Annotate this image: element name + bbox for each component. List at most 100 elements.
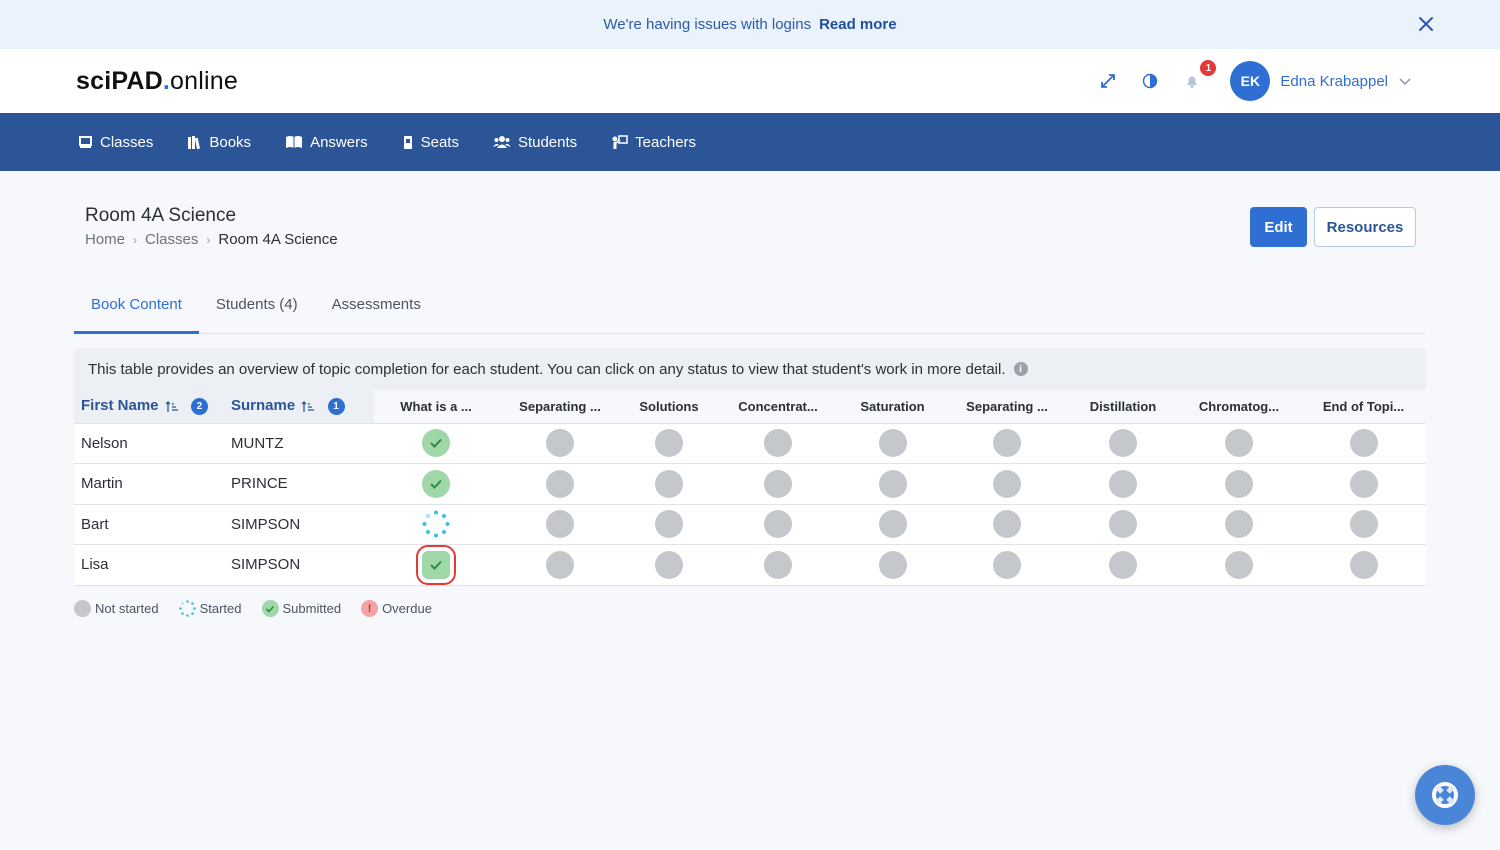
- status-not-started-icon[interactable]: [878, 429, 907, 458]
- column-topic[interactable]: Concentrat...: [716, 390, 840, 424]
- status-not-started-icon[interactable]: [546, 469, 574, 498]
- column-topic[interactable]: Separating ...: [498, 390, 622, 424]
- status-not-started-icon[interactable]: [655, 550, 683, 579]
- status-not-started-icon[interactable]: [993, 429, 1021, 458]
- status-cell: [1301, 544, 1426, 586]
- column-topic[interactable]: Separating ...: [945, 390, 1069, 424]
- breadcrumb-home[interactable]: Home: [85, 231, 125, 248]
- expand-icon[interactable]: [1096, 69, 1120, 93]
- tab-assessments[interactable]: Assessments: [315, 286, 438, 334]
- status-submitted-check-icon[interactable]: [416, 544, 456, 585]
- status-cell: [1301, 463, 1426, 505]
- nav-classes[interactable]: Classes: [78, 134, 153, 151]
- chevron-down-icon[interactable]: [1398, 74, 1412, 88]
- status-cell: [716, 423, 840, 464]
- column-topic[interactable]: Solutions: [622, 390, 716, 424]
- status-not-started-icon[interactable]: [993, 550, 1021, 579]
- status-not-started-icon[interactable]: [764, 429, 792, 458]
- column-surname[interactable]: Surname 1: [224, 390, 374, 424]
- sort-ascending-icon: [301, 400, 315, 412]
- column-first-name[interactable]: First Name 2: [74, 390, 224, 424]
- status-not-started-icon[interactable]: [655, 429, 683, 458]
- students-icon: [492, 136, 511, 148]
- first-name-cell: Nelson: [74, 423, 224, 464]
- nav-answers[interactable]: Answers: [285, 134, 368, 151]
- status-not-started-icon[interactable]: [655, 469, 683, 498]
- topic-completion-table: First Name 2 Surname 1 What is a ... Sepa…: [74, 390, 1426, 586]
- nav-seats[interactable]: Seats: [402, 134, 459, 151]
- info-icon[interactable]: i: [1013, 362, 1028, 376]
- status-not-started-icon[interactable]: [993, 510, 1021, 539]
- contrast-icon[interactable]: [1138, 69, 1162, 93]
- status-not-started-icon[interactable]: [655, 510, 683, 539]
- column-topic[interactable]: Saturation: [840, 390, 945, 424]
- status-not-started-icon[interactable]: [764, 469, 792, 498]
- status-not-started-icon[interactable]: [1109, 510, 1137, 539]
- status-cell: [498, 504, 622, 545]
- column-topic[interactable]: What is a ...: [374, 390, 498, 424]
- column-topic[interactable]: Chromatog...: [1177, 390, 1301, 424]
- status-not-started-icon[interactable]: [546, 510, 574, 539]
- status-cell: [1301, 423, 1426, 464]
- tab-book-content[interactable]: Book Content: [74, 286, 199, 334]
- status-submitted-check-icon[interactable]: [422, 469, 450, 498]
- status-cell: [1069, 504, 1177, 545]
- surname-cell: SIMPSON: [224, 504, 374, 545]
- status-not-started-icon[interactable]: [1225, 550, 1253, 579]
- status-not-started-icon[interactable]: [546, 550, 574, 579]
- status-not-started-icon[interactable]: [878, 510, 907, 539]
- status-not-started-icon[interactable]: [1349, 550, 1378, 579]
- status-not-started-icon[interactable]: [1225, 510, 1253, 539]
- status-not-started-icon[interactable]: [878, 550, 907, 579]
- status-not-started-icon[interactable]: [764, 510, 792, 539]
- status-not-started-icon[interactable]: [1349, 429, 1378, 458]
- status-cell: [945, 463, 1069, 505]
- status-not-started-icon[interactable]: [1109, 429, 1137, 458]
- chevron-right-icon: ›: [206, 232, 211, 247]
- notifications-bell-icon[interactable]: 1: [1180, 60, 1217, 93]
- column-topic[interactable]: Distillation: [1069, 390, 1177, 424]
- status-cell: [622, 423, 716, 464]
- status-cell: [716, 544, 840, 586]
- nav-teachers[interactable]: Teachers: [611, 134, 696, 151]
- banner-message: We're having issues with logins: [603, 16, 812, 33]
- status-cell: [498, 463, 622, 505]
- close-icon[interactable]: [1416, 14, 1436, 34]
- column-topic[interactable]: End of Topi...: [1301, 390, 1426, 424]
- status-submitted-check-icon[interactable]: [422, 429, 450, 458]
- status-not-started-icon[interactable]: [1109, 469, 1137, 498]
- edit-button[interactable]: Edit: [1250, 207, 1307, 247]
- status-not-started-icon[interactable]: [546, 429, 574, 458]
- status-started-spinner-icon[interactable]: [422, 510, 450, 538]
- nav-students[interactable]: Students: [492, 134, 577, 151]
- status-not-started-icon[interactable]: [1349, 469, 1378, 498]
- status-not-started-icon[interactable]: [1225, 429, 1253, 458]
- status-not-started-icon[interactable]: [993, 469, 1021, 498]
- started-spinner-icon: [178, 600, 196, 617]
- status-not-started-icon[interactable]: [764, 550, 792, 579]
- nav-books[interactable]: Books: [187, 134, 251, 151]
- resources-button[interactable]: Resources: [1314, 207, 1416, 247]
- table-row: Nelson MUNTZ: [74, 423, 1426, 464]
- status-not-started-icon[interactable]: [1109, 550, 1137, 579]
- breadcrumb: Home › Classes › Room 4A Science: [85, 231, 338, 248]
- status-not-started-icon[interactable]: [878, 469, 907, 498]
- read-more-link[interactable]: Read more: [819, 16, 897, 33]
- chevron-right-icon: ›: [133, 232, 138, 247]
- class-tabs: Book Content Students (4) Assessments: [74, 286, 1426, 334]
- open-book-icon: [286, 136, 303, 148]
- avatar[interactable]: EK: [1230, 61, 1271, 101]
- books-icon: [188, 135, 201, 149]
- status-not-started-icon[interactable]: [1225, 469, 1253, 498]
- status-cell: [840, 544, 945, 586]
- breadcrumb-classes[interactable]: Classes: [145, 231, 198, 248]
- help-lifebuoy-button[interactable]: [1415, 765, 1475, 825]
- scipad-logo[interactable]: sciPAD.online: [76, 67, 238, 96]
- user-name[interactable]: Edna Krabappel: [1280, 73, 1388, 90]
- tab-students[interactable]: Students (4): [199, 286, 315, 334]
- status-cell: [1177, 504, 1301, 545]
- notification-badge: 1: [1200, 60, 1217, 76]
- status-cell: [498, 423, 622, 464]
- lifebuoy-icon: [1432, 782, 1458, 808]
- status-not-started-icon[interactable]: [1349, 510, 1378, 539]
